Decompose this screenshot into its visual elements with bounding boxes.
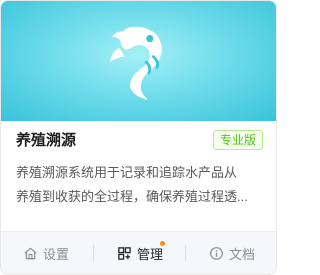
description-line: 养殖到收获的全过程，确保养殖过程透... bbox=[16, 189, 248, 204]
docs-button[interactable]: 文档 bbox=[209, 241, 255, 265]
card-description: 养殖溯源系统用于记录和追踪水产品从 养殖到收获的全过程，确保养殖过程透... bbox=[16, 161, 264, 209]
card-banner bbox=[1, 1, 276, 121]
fish-icon bbox=[110, 26, 162, 100]
footer-divider bbox=[93, 245, 94, 261]
grid-icon bbox=[118, 246, 131, 260]
settings-button[interactable]: 设置 bbox=[23, 241, 69, 265]
settings-label: 设置 bbox=[43, 246, 70, 262]
footer-divider bbox=[185, 245, 186, 261]
description-line: 养殖溯源系统用于记录和追踪水产品从 bbox=[16, 165, 238, 180]
home-icon bbox=[24, 247, 37, 259]
docs-label: 文档 bbox=[229, 246, 256, 262]
card-title: 养殖溯源 bbox=[16, 132, 77, 149]
card-title-row: 养殖溯源 专业版 bbox=[16, 129, 263, 153]
card-footer: 设置 管理 文档 bbox=[1, 231, 276, 274]
edition-badge: 专业版 bbox=[212, 130, 263, 150]
notification-dot bbox=[160, 240, 165, 246]
info-icon bbox=[210, 246, 223, 260]
manage-label: 管理 bbox=[137, 246, 164, 262]
app-card[interactable]: 养殖溯源 专业版 养殖溯源系统用于记录和追踪水产品从 养殖到收获的全过程，确保养… bbox=[0, 0, 277, 275]
manage-button[interactable]: 管理 bbox=[117, 240, 165, 265]
